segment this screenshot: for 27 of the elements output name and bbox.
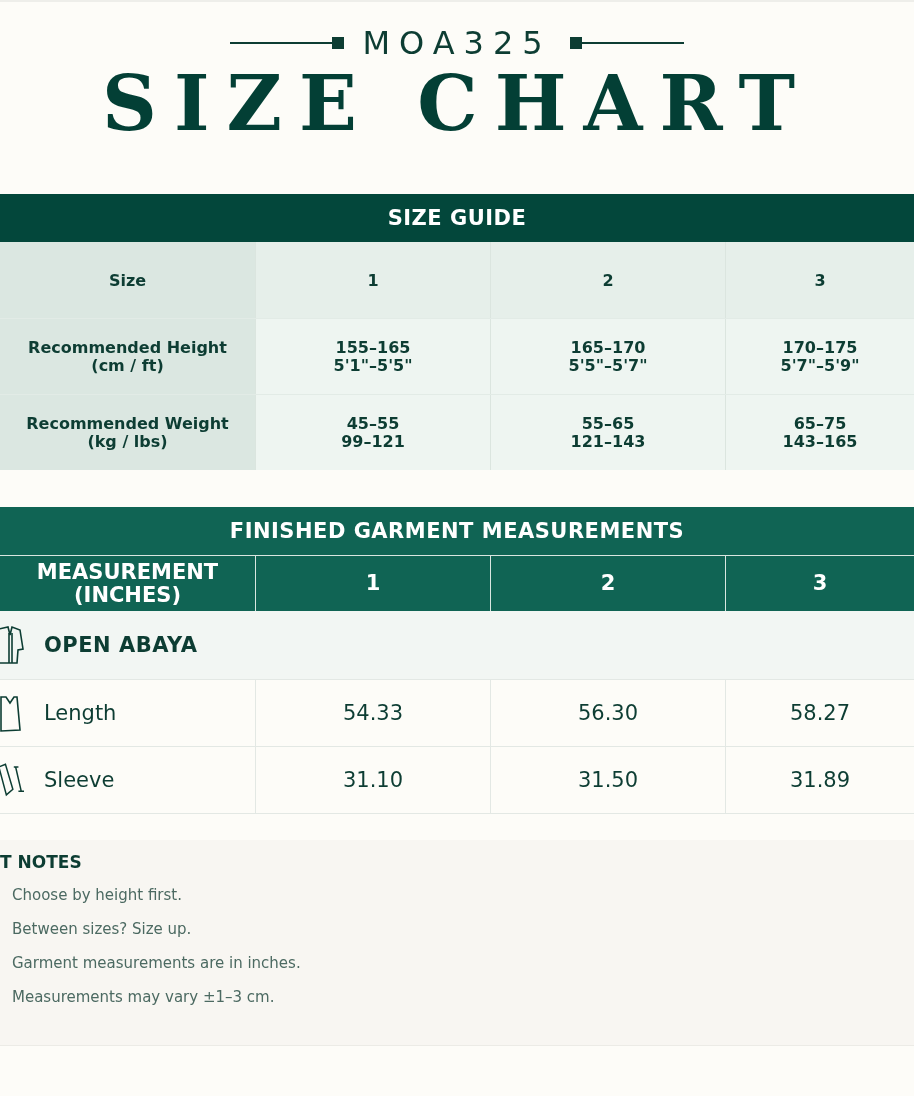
note-text: Measurements may vary ±1–3 cm. [12, 988, 276, 1008]
notes-heading: T NOTES [0, 852, 83, 872]
column-header: MEASUREMENT (INCHES) [35, 559, 220, 609]
table-cell: 31.10 [255, 747, 490, 813]
table-cell: 58.27 [725, 680, 914, 746]
dress-icon [0, 693, 24, 733]
row-header: Recommended Weight (kg / lbs) [0, 395, 255, 470]
section-heading: FINISHED GARMENT MEASUREMENTS [0, 507, 914, 556]
row-header: Recommended Height (cm / ft) [0, 319, 255, 394]
note-text: Choose by height first. [12, 886, 183, 906]
column-header: Size [0, 242, 255, 318]
measurement-name: Sleeve [44, 768, 115, 792]
section-heading: SIZE GUIDE [0, 194, 914, 242]
jacket-icon [0, 625, 24, 665]
page-title: SIZE CHART [102, 66, 812, 142]
product-code: MOA325 [362, 24, 552, 62]
note-text: Garment measurements are in inches. [12, 954, 302, 974]
table-cell: 54.33 [255, 680, 490, 746]
table-cell: 31.89 [725, 747, 914, 813]
note-text: Between sizes? Size up. [12, 920, 193, 940]
table-cell: 45–55 99–121 [255, 395, 490, 470]
table-cell: 65–75 143–165 [725, 395, 914, 470]
table-cell: 56.30 [490, 680, 725, 746]
category-name: OPEN ABAYA [44, 633, 198, 657]
table-cell: 31.50 [490, 747, 725, 813]
measurement-name: Length [44, 701, 117, 725]
table-cell: 55–65 121–143 [490, 395, 725, 470]
